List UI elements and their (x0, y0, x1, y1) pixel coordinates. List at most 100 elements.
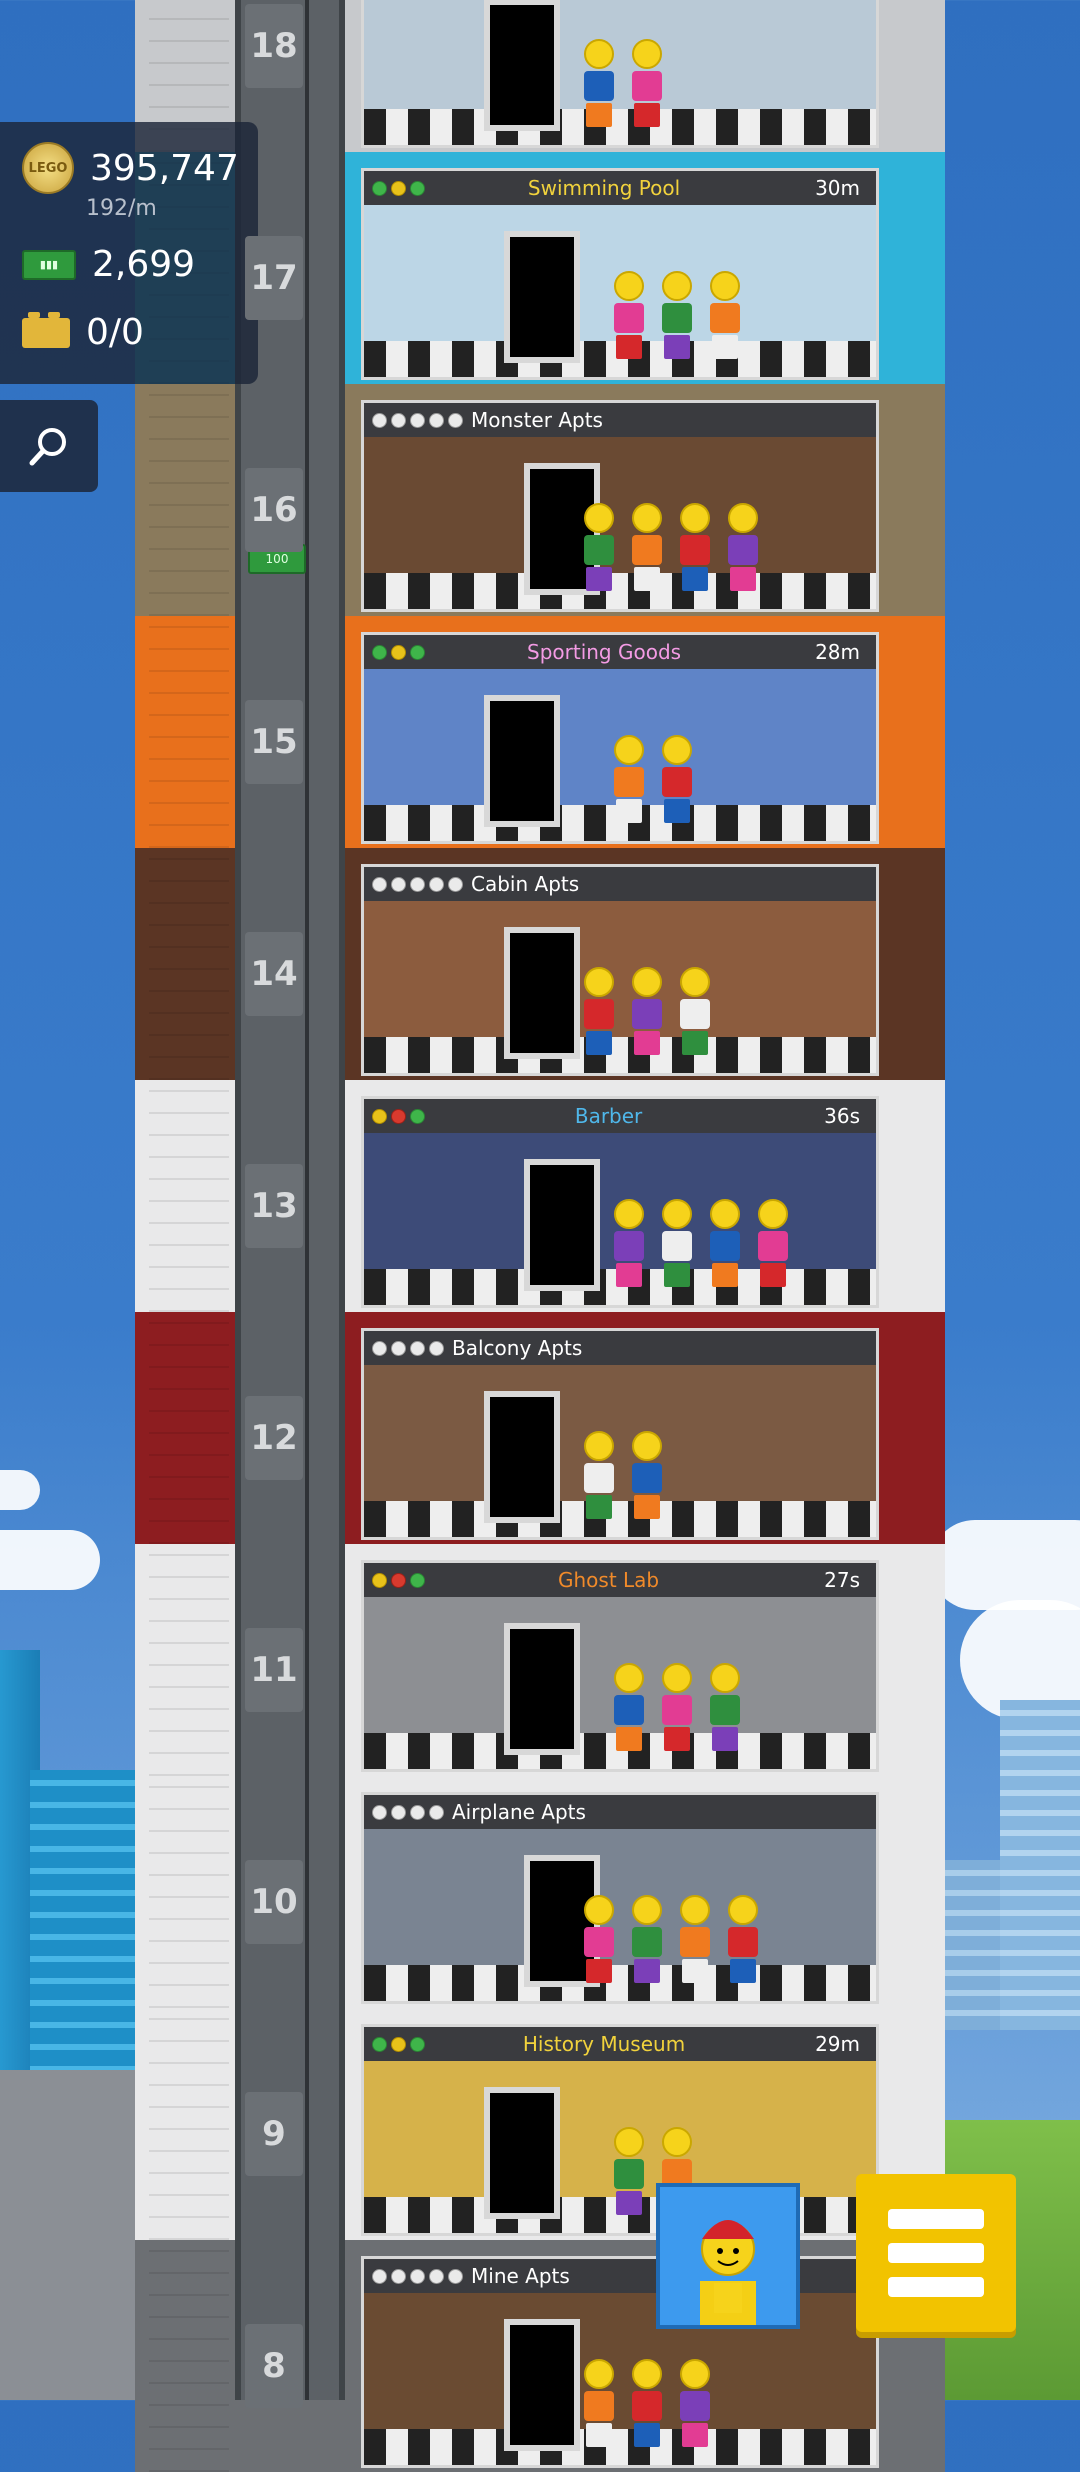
cloud (930, 1520, 1080, 1610)
room[interactable]: Cabin Apts (361, 864, 879, 1076)
bitizen-figure[interactable] (662, 271, 692, 359)
floor-number: 11 (245, 1628, 303, 1712)
floor-title-bar[interactable]: Monster Apts (364, 403, 876, 437)
bitizen-figure[interactable] (662, 735, 692, 823)
stock-dot (372, 1572, 387, 1588)
stock-dot (429, 1340, 444, 1356)
stock-indicator-dots (372, 2268, 463, 2284)
bitizen-figure[interactable] (584, 39, 614, 127)
stock-dot (448, 2268, 463, 2284)
stock-dot (448, 412, 463, 428)
bitizen-figure[interactable] (584, 1431, 614, 1519)
coin-count: 395,747 (90, 147, 239, 189)
stock-indicator-dots (372, 1108, 425, 1124)
bitizen-figure[interactable] (614, 1663, 644, 1751)
stock-dot (372, 1804, 387, 1820)
menu-icon-bar (888, 2277, 984, 2297)
bitizen-figure[interactable] (728, 1895, 758, 1983)
elevator-door (504, 927, 580, 1059)
bitizen-figure[interactable] (680, 967, 710, 1055)
brick-texture (149, 2008, 229, 2240)
bitizen-figure[interactable] (614, 271, 644, 359)
stock-dot (429, 1804, 444, 1820)
elevator-door (484, 1391, 560, 1523)
stock-dot (391, 2036, 406, 2052)
floor-title-bar[interactable]: Barber 36s (364, 1099, 876, 1133)
restock-timer: 36s (824, 1104, 860, 1128)
room[interactable]: Balcony Apts (361, 1328, 879, 1540)
restock-timer: 30m (815, 176, 860, 200)
bitizen-figure[interactable] (632, 1431, 662, 1519)
bitizen-figure[interactable] (584, 2359, 614, 2447)
bitizen-figure[interactable] (584, 967, 614, 1055)
bitizen-figure[interactable] (662, 1199, 692, 1287)
brick-count: 0/0 (86, 312, 144, 353)
currency-panel[interactable]: LEGO 395,747 192/m ▮▮▮ 2,699 0/0 (0, 122, 258, 384)
room[interactable]: Ghost Lab 27s (361, 1560, 879, 1772)
bitizen-figure[interactable] (614, 1199, 644, 1287)
floor-title-bar[interactable]: Balcony Apts (364, 1331, 876, 1365)
bitizen-figure[interactable] (614, 735, 644, 823)
brick-texture (149, 2240, 229, 2472)
floor-name: Barber (574, 1104, 643, 1128)
floor-number: 17 (245, 236, 303, 320)
floor-title-bar[interactable]: Airplane Apts (364, 1795, 876, 1829)
search-button[interactable] (0, 400, 98, 492)
room[interactable]: Airplane Apts (361, 1792, 879, 2004)
coin-rate: 192/m (86, 196, 157, 221)
floor-name: Swimming Pool (527, 176, 681, 200)
floor-name: Airplane Apts (452, 1800, 586, 1824)
bitizen-figure[interactable] (680, 1895, 710, 1983)
elevator-cable (305, 0, 309, 2400)
bitizen-figure[interactable] (758, 1199, 788, 1287)
room-floor (364, 1037, 876, 1073)
bitizen-figure[interactable] (680, 2359, 710, 2447)
elevator-door (484, 0, 560, 131)
floor-title-bar[interactable]: Sporting Goods 28m (364, 635, 876, 669)
cloud (0, 1470, 40, 1510)
bitizen-figure[interactable] (710, 271, 740, 359)
bitizen-figure[interactable] (680, 503, 710, 591)
room[interactable]: Sporting Goods 28m (361, 632, 879, 844)
bitizen-figure[interactable] (614, 2127, 644, 2215)
room[interactable]: Monster Apts (361, 400, 879, 612)
stock-dot (391, 644, 406, 660)
floor-title-bar[interactable]: History Museum 29m (364, 2027, 876, 2061)
bitizen-figure[interactable] (710, 1663, 740, 1751)
bitizen-avatar-button[interactable] (656, 2183, 800, 2329)
floor-title-bar[interactable]: Ghost Lab 27s (364, 1563, 876, 1597)
background-building (1000, 1700, 1080, 2030)
bitizen-figure[interactable] (632, 39, 662, 127)
room[interactable]: History Museum 29m (361, 2024, 879, 2236)
room-floor (364, 2429, 876, 2465)
bitizen-figure[interactable] (632, 1895, 662, 1983)
floor-title-bar[interactable]: Swimming Pool 30m (364, 171, 876, 205)
stock-indicator-dots (372, 1804, 444, 1820)
room[interactable]: Swimming Pool 30m (361, 168, 879, 380)
room[interactable]: Barber 36s (361, 1096, 879, 1308)
tower-bux-icon: ▮▮▮ (22, 249, 76, 280)
stock-dot (410, 1108, 425, 1124)
restock-timer: 29m (815, 2032, 860, 2056)
stock-dot (391, 180, 406, 196)
bitizen-figure[interactable] (584, 1895, 614, 1983)
floor-number: 16 (245, 468, 303, 552)
bitizen-figure[interactable] (662, 1663, 692, 1751)
elevator-door (504, 2319, 580, 2451)
stock-dot (372, 876, 387, 892)
bitizen-figure[interactable] (632, 2359, 662, 2447)
room[interactable] (361, 0, 879, 148)
bitizen-figure[interactable] (710, 1199, 740, 1287)
bitizen-figure[interactable] (632, 503, 662, 591)
bux-count: 2,699 (92, 244, 196, 285)
floor-title-bar[interactable]: Cabin Apts (364, 867, 876, 901)
room[interactable]: Mine Apts (361, 2256, 879, 2468)
bitizen-figure[interactable] (632, 967, 662, 1055)
menu-button[interactable] (856, 2174, 1016, 2332)
elevator-door (484, 695, 560, 827)
stock-dot (391, 1108, 406, 1124)
bitizen-figure[interactable] (728, 503, 758, 591)
brick-texture (149, 848, 229, 1080)
bitizen-figure[interactable] (584, 503, 614, 591)
floor-name: Monster Apts (471, 408, 603, 432)
